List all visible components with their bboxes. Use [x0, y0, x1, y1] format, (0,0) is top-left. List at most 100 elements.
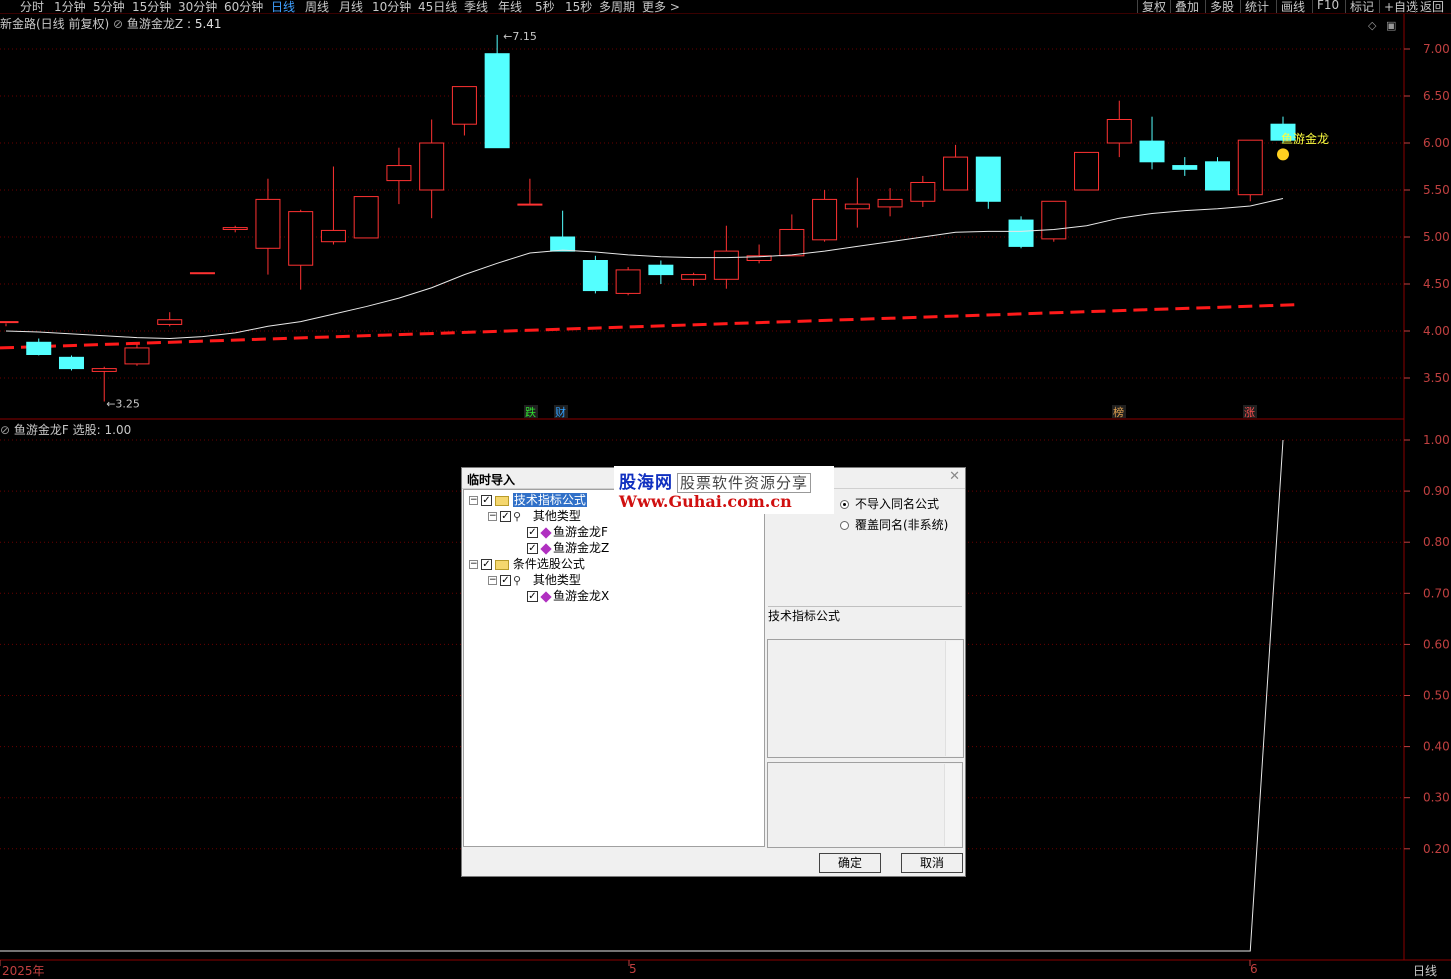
cancel-button[interactable]: 取消 [901, 853, 963, 873]
radio-no-import[interactable]: 不导入同名公式 [840, 495, 939, 512]
tree-node-other[interactable]: − ✓ ⚲ 其他类型 [488, 508, 581, 524]
toolbar-button-8[interactable]: 返回 [1420, 0, 1444, 15]
checkbox[interactable]: ✓ [527, 543, 538, 554]
diamond-icon: ◇ [1368, 19, 1377, 32]
sub-formula-name[interactable]: 鱼游金龙F [14, 423, 69, 437]
candle-body [1074, 151, 1100, 191]
formula-toggle-icon[interactable]: ⊘ [0, 423, 10, 437]
tree-node-select[interactable]: − ✓ 条件选股公式 [469, 556, 585, 572]
toolbar-button-5[interactable]: F10 [1317, 0, 1339, 12]
candle-body [1041, 200, 1067, 240]
toolbar-button-7[interactable]: +自选 [1384, 0, 1418, 15]
tree-node-tech[interactable]: − ✓ 技术指标公式 [469, 492, 587, 508]
period-tab-5[interactable]: 60分钟 [224, 0, 263, 15]
tree-node-formula-x[interactable]: ✓ 鱼游金龙X [524, 588, 609, 604]
period-tab-8[interactable]: 月线 [339, 0, 363, 15]
toolbar-separator [1345, 0, 1346, 13]
description-box[interactable] [767, 639, 964, 758]
candle-body [582, 260, 608, 292]
period-tab-7[interactable]: 周线 [305, 0, 329, 15]
period-tab-10[interactable]: 45日线 [418, 0, 457, 15]
period-tab-3[interactable]: 15分钟 [132, 0, 171, 15]
candle-body [812, 198, 838, 241]
period-tab-2[interactable]: 5分钟 [93, 0, 125, 15]
toolbar-button-0[interactable]: 复权 [1142, 0, 1166, 15]
formula-name[interactable]: 鱼游金龙Z [127, 17, 183, 31]
sub-tick-label: 0.20 [1423, 842, 1450, 856]
close-icon[interactable]: ✕ [949, 469, 960, 484]
trend-dashed-line [0, 303, 1298, 350]
collapse-icon[interactable]: − [488, 576, 497, 585]
tree-node-formula-z[interactable]: ✓ 鱼游金龙Z [524, 540, 609, 556]
tree-node-formula-f[interactable]: ✓ 鱼游金龙F [524, 524, 608, 540]
candle-body [91, 368, 117, 372]
event-tag: 跌 [525, 405, 536, 419]
radio-selected-icon[interactable] [840, 500, 849, 509]
sub-tick-label: 1.00 [1423, 433, 1450, 447]
signal-face-icon [1277, 148, 1289, 161]
scrollbar[interactable] [945, 641, 962, 756]
period-tab-12[interactable]: 年线 [498, 0, 522, 15]
period-indicator[interactable]: 日线 [1413, 962, 1437, 979]
candle-body [222, 227, 248, 230]
candle-body [386, 165, 412, 182]
formula-toggle-icon[interactable]: ⊘ [113, 17, 123, 31]
checkbox[interactable]: ✓ [481, 559, 492, 570]
formula-tree[interactable]: − ✓ 技术指标公式 − ✓ ⚲ 其他类型 ✓ 鱼游金龙F ✓ 鱼游金龙Z − ✓ 条件选股… [463, 489, 765, 847]
period-tab-9[interactable]: 10分钟 [372, 0, 411, 15]
period-tab-4[interactable]: 30分钟 [178, 0, 217, 15]
sub-tick-label: 0.70 [1423, 586, 1450, 600]
toolbar-button-1[interactable]: 叠加 [1175, 0, 1199, 15]
price-tick-label: 3.50 [1423, 371, 1450, 385]
toolbar-separator [1205, 0, 1206, 13]
toolbar-button-6[interactable]: 标记 [1350, 0, 1374, 15]
tree-label: 条件选股公式 [512, 557, 585, 571]
period-tab-14[interactable]: 15秒 [565, 0, 592, 15]
event-tag: 涨 [1244, 406, 1255, 419]
candle-body [419, 142, 445, 191]
tree-label: 鱼游金龙Z [553, 541, 610, 555]
candle-body [681, 274, 707, 280]
detail-box[interactable] [767, 762, 963, 848]
sub-tick-label: 0.60 [1423, 637, 1450, 651]
tree-label: 其他类型 [532, 573, 581, 587]
toolbar-button-4[interactable]: 画线 [1281, 0, 1305, 15]
formula-value: : 5.41 [186, 17, 222, 31]
checkbox[interactable]: ✓ [481, 495, 492, 506]
period-tab-15[interactable]: 多周期 [599, 0, 635, 15]
scrollbar[interactable] [944, 764, 961, 846]
date-label-end: 6 [1250, 962, 1258, 976]
candle-body [517, 203, 543, 206]
candle-body [713, 250, 739, 280]
checkbox[interactable]: ✓ [527, 527, 538, 538]
period-tab-11[interactable]: 季线 [464, 0, 488, 15]
candle-body [615, 269, 641, 294]
checkbox[interactable]: ✓ [527, 591, 538, 602]
candle-body [320, 229, 346, 243]
period-tab-13[interactable]: 5秒 [535, 0, 555, 15]
candle-body [288, 211, 314, 266]
price-tick-label: 6.50 [1423, 89, 1450, 103]
candle-body [484, 53, 510, 149]
period-tab-16[interactable]: 更多 > [642, 0, 680, 15]
collapse-icon[interactable]: − [469, 560, 478, 569]
tree-node-other2[interactable]: − ✓ ⚲ 其他类型 [488, 572, 581, 588]
candle-body [910, 181, 936, 202]
period-tab-0[interactable]: 分时 [20, 0, 44, 15]
collapse-icon[interactable]: − [469, 496, 478, 505]
period-tab-1[interactable]: 1分钟 [54, 0, 86, 15]
collapse-icon[interactable]: − [488, 512, 497, 521]
checkbox[interactable]: ✓ [500, 575, 511, 586]
period-tab-6[interactable]: 日线 [271, 0, 295, 15]
candle-body [353, 196, 379, 239]
checkbox[interactable]: ✓ [500, 511, 511, 522]
event-tag: 财 [555, 405, 566, 419]
toolbar-button-2[interactable]: 多股 [1210, 0, 1234, 15]
candle-body [975, 156, 1001, 202]
toolbar-button-3[interactable]: 统计 [1245, 0, 1269, 15]
toolbar-separator [1415, 0, 1416, 13]
event-tag: 榜 [1113, 405, 1124, 419]
radio-overwrite[interactable]: 覆盖同名(非系统) [840, 516, 948, 533]
ok-button[interactable]: 确定 [819, 853, 881, 873]
radio-icon[interactable] [840, 521, 849, 530]
